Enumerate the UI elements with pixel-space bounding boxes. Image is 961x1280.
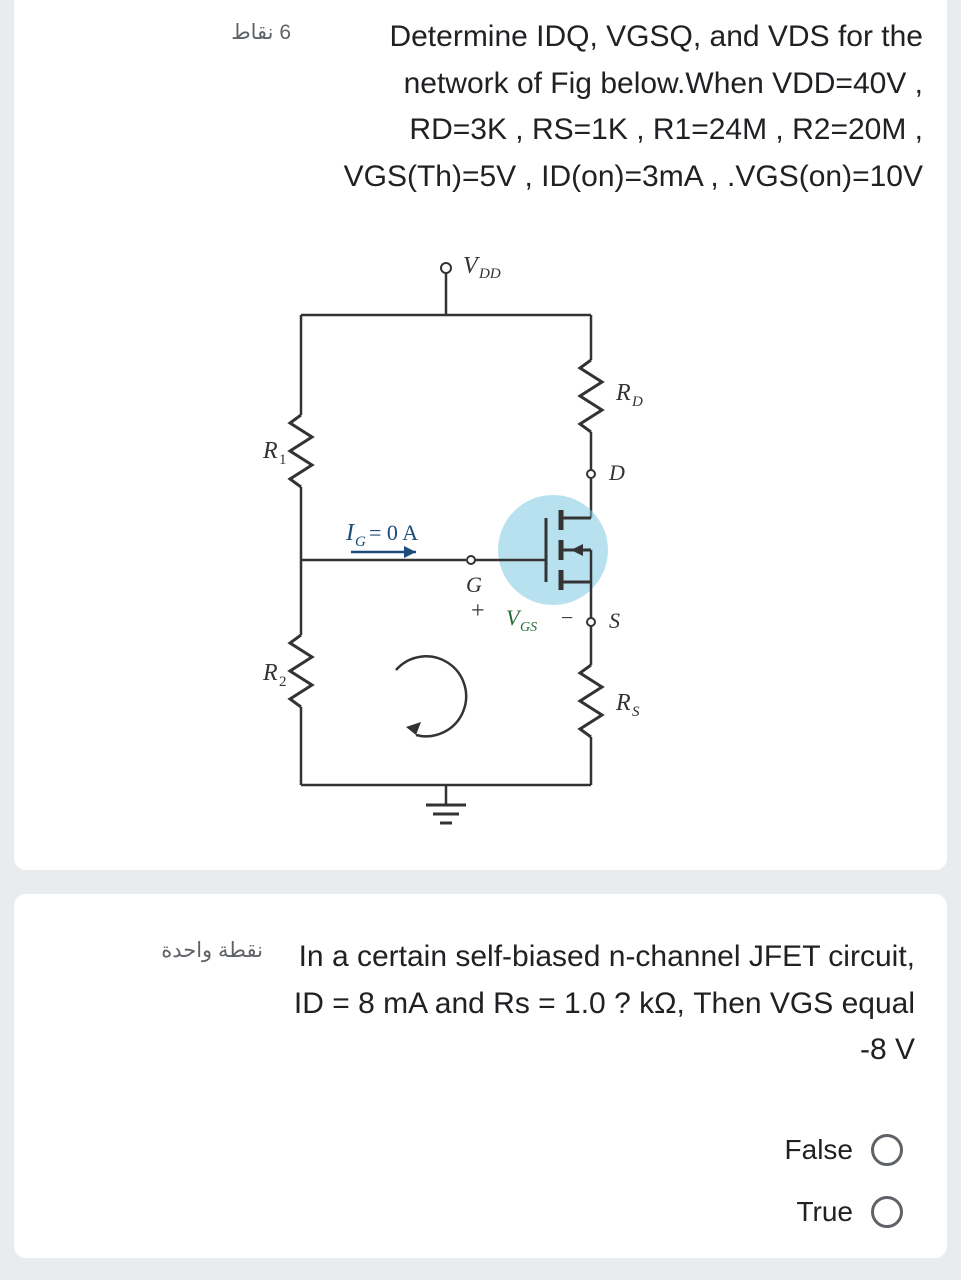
question-text-2: In a certain self-biased n-channel JFET … (275, 934, 915, 1074)
question-card-1: 6 نقاط Determine IDQ, VGSQ, and VDS for … (14, 0, 947, 870)
svg-text:−: − (561, 605, 573, 630)
question-card-2: نقطة واحدة In a certain self-biased n-ch… (14, 894, 947, 1258)
points-label-2: نقطة واحدة (161, 934, 263, 1074)
svg-text:R: R (262, 660, 278, 686)
circuit-diagram: V DD R 1 R 2 R D (38, 240, 923, 840)
question-header: 6 نقاط Determine IDQ, VGSQ, and VDS for … (38, 14, 923, 200)
question-text: Determine IDQ, VGSQ, and VDS for the net… (303, 14, 923, 200)
svg-text:R: R (615, 690, 631, 716)
svg-text:1: 1 (279, 452, 287, 468)
svg-text:2: 2 (279, 674, 287, 690)
svg-text:R: R (615, 380, 631, 406)
option-true[interactable]: True (796, 1196, 903, 1228)
svg-text:G: G (466, 572, 482, 597)
radio-icon (871, 1134, 903, 1166)
svg-text:I: I (345, 520, 355, 546)
option-false[interactable]: False (785, 1134, 903, 1166)
svg-text:R: R (262, 438, 278, 464)
svg-text:V: V (463, 253, 480, 279)
options-group: False True (46, 1134, 915, 1228)
svg-text:S: S (609, 608, 620, 633)
svg-text:D: D (631, 394, 643, 410)
radio-icon (871, 1196, 903, 1228)
question-header-2: نقطة واحدة In a certain self-biased n-ch… (46, 934, 915, 1074)
svg-text:S: S (632, 704, 640, 720)
points-label: 6 نقاط (231, 14, 291, 200)
svg-text:GS: GS (520, 620, 537, 635)
svg-text:DD: DD (478, 266, 501, 282)
svg-text:D: D (608, 460, 625, 485)
svg-text:G: G (355, 534, 366, 550)
svg-text:+: + (471, 598, 485, 624)
option-label-true: True (796, 1196, 853, 1228)
svg-text:= 0 A: = 0 A (369, 520, 418, 545)
option-label-false: False (785, 1134, 853, 1166)
mosfet-circuit-svg: V DD R 1 R 2 R D (241, 240, 721, 840)
